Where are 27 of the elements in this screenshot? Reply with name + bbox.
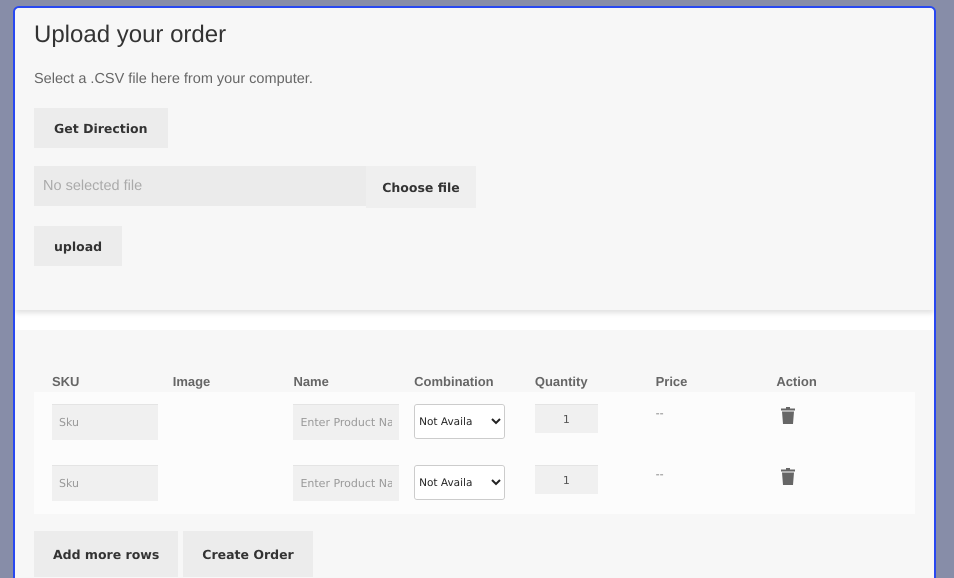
column-header: SKU [52, 374, 80, 391]
column-header: Combination [414, 374, 495, 391]
action-button[interactable]: Add more rows [34, 531, 178, 577]
quantity-field[interactable]: 1 [534, 465, 598, 494]
price-text: -- [656, 406, 664, 420]
column-header: Action [776, 374, 818, 391]
column-header: Quantity [534, 374, 589, 391]
quantity-field[interactable]: 1 [534, 404, 598, 433]
panel-description: Select a .CSV file here from your computer. [34, 70, 314, 88]
product-name-field[interactable]: Enter Product Na [293, 404, 400, 440]
price-text: -- [656, 467, 664, 481]
product-name-field[interactable]: Enter Product Na [293, 465, 400, 501]
panel-title: Upload your order [34, 20, 228, 50]
delete-icon[interactable] [781, 468, 796, 485]
combination-select[interactable]: Not Availa [414, 404, 506, 439]
file-name-field[interactable]: No selected file [34, 166, 366, 206]
column-header: Price [656, 374, 688, 391]
sku-field[interactable]: Sku [52, 465, 158, 501]
combination-select[interactable]: Not Availa [414, 465, 506, 500]
choose-file-button[interactable]: Choose file [366, 166, 476, 208]
column-header: Image [172, 374, 212, 391]
sku-field[interactable]: Sku [52, 404, 158, 440]
get-direction-button[interactable]: Get Direction [34, 108, 168, 148]
action-button[interactable]: Create Order [183, 531, 313, 577]
column-header: Name [293, 374, 330, 391]
delete-icon[interactable] [781, 407, 796, 424]
upload-button[interactable]: upload [34, 226, 122, 266]
